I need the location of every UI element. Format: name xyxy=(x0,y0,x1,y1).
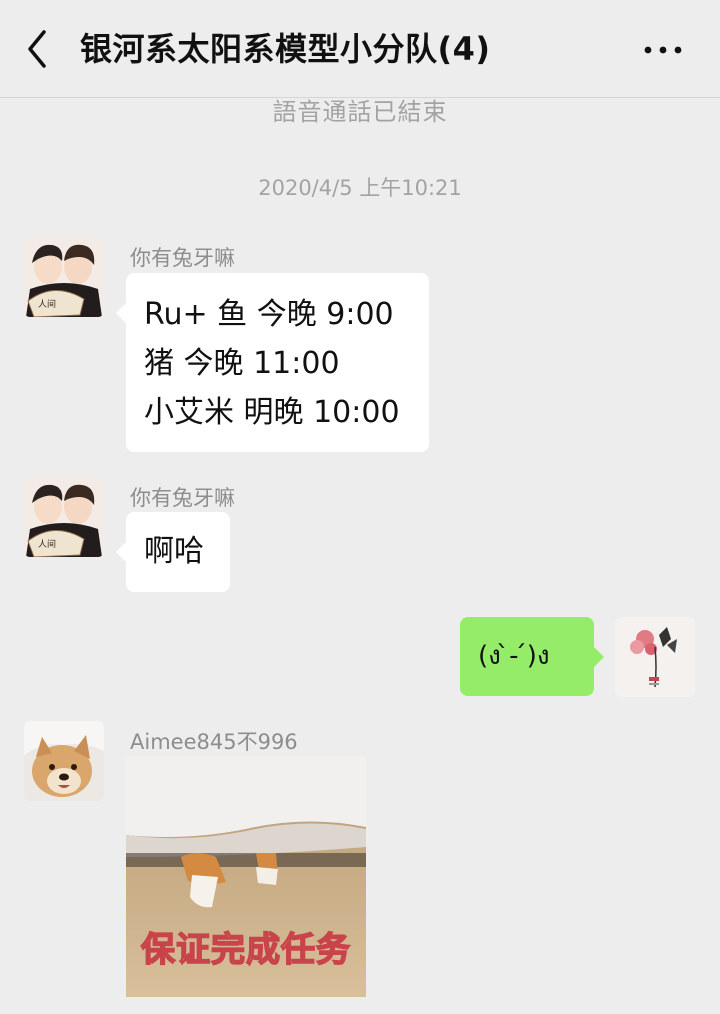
more-options-icon[interactable] xyxy=(640,30,688,70)
chat-header: 银河系太阳系模型小分队(4) xyxy=(0,0,720,98)
message-bubble[interactable]: 啊哈 xyxy=(116,512,230,592)
svg-text:人间: 人间 xyxy=(38,538,56,550)
sticker-message[interactable]: 保证完成任务 xyxy=(126,757,366,997)
message-text-line: 猪 今晚 11:00 xyxy=(144,346,340,381)
chat-title: 银河系太阳系模型小分队(4) xyxy=(80,30,491,68)
sender-avatar[interactable] xyxy=(24,721,104,801)
back-chevron-icon[interactable] xyxy=(22,28,56,70)
message-text-line: (ง ̀- ́)ง xyxy=(478,641,550,671)
avatar-illustration-icon: 人间 xyxy=(24,477,104,557)
message-timestamp: 2020/4/5 上午10:21 xyxy=(258,176,462,200)
message-text-line: 小艾米 明晚 10:00 xyxy=(144,395,400,430)
flower-avatar-icon xyxy=(615,617,695,697)
sender-avatar[interactable]: 人间 xyxy=(24,237,104,317)
my-message-bubble[interactable]: (ง ̀- ́)ง xyxy=(460,617,604,696)
my-avatar[interactable] xyxy=(615,617,695,697)
sender-name: 你有兔牙嘛 xyxy=(130,486,235,510)
avatar-illustration-icon: 人间 xyxy=(24,237,104,317)
dog-avatar-icon xyxy=(24,721,104,801)
message-text-line: 啊哈 xyxy=(144,534,204,569)
sticker-caption: 保证完成任务 xyxy=(140,929,351,971)
message-text-line: Ru+ 鱼 今晚 9:00 xyxy=(144,297,394,332)
sender-avatar[interactable]: 人间 xyxy=(24,477,104,557)
message-bubble[interactable]: Ru+ 鱼 今晚 9:00 猪 今晚 11:00 小艾米 明晚 10:00 xyxy=(116,273,429,452)
sender-name: Aimee845不996 xyxy=(130,730,298,754)
svg-text:人间: 人间 xyxy=(38,298,56,310)
sender-name: 你有兔牙嘛 xyxy=(130,246,235,270)
